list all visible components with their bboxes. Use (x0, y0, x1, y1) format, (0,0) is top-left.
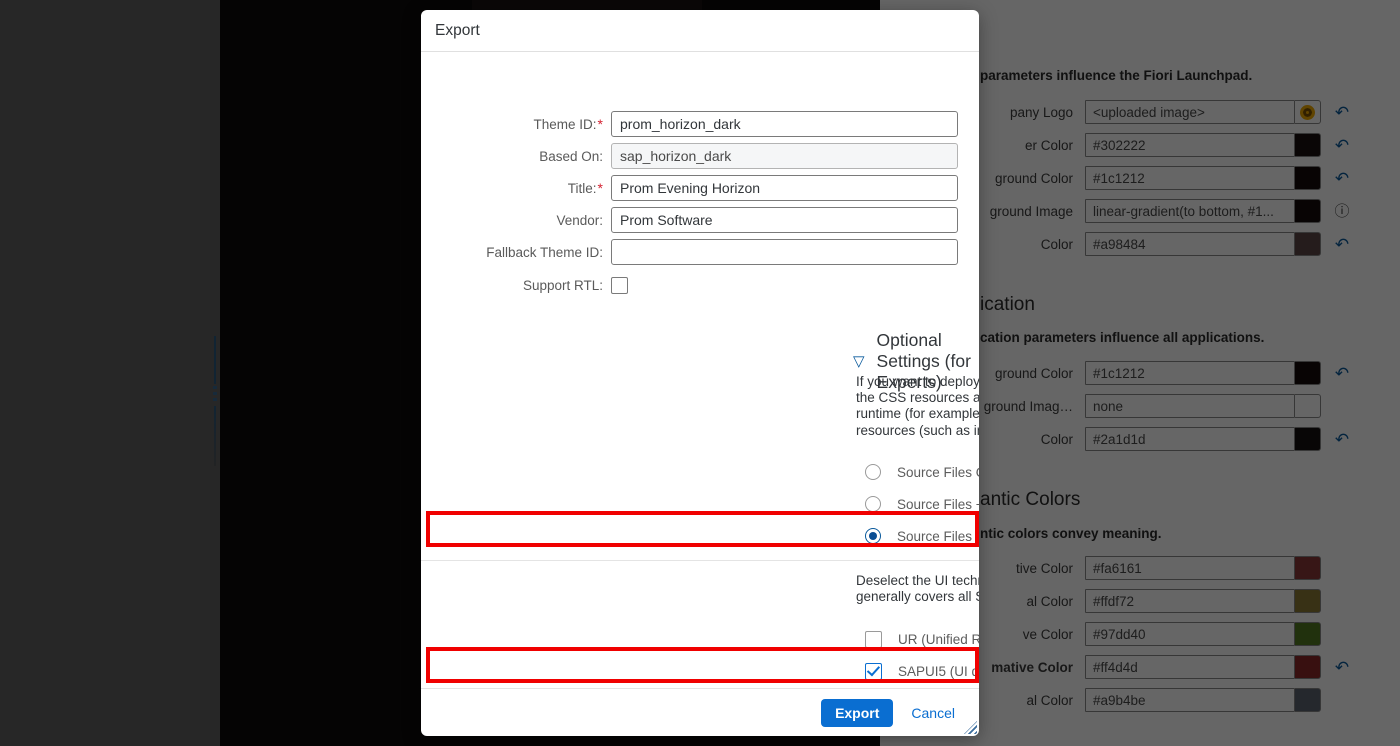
checkbox-icon[interactable] (865, 663, 882, 680)
based-on-input: sap_horizon_dark (611, 143, 958, 169)
form-row-title: Title:* Prom Evening Horizon (421, 175, 979, 201)
required-marker: * (598, 116, 603, 132)
radio-source-files-css-base-theme[interactable]: Source Files + CSS Resources + Base Them… (865, 521, 979, 551)
radio-label: Source Files + CSS Resources (897, 497, 979, 512)
radio-label: Source Files + CSS Resources + Base Them… (897, 529, 979, 544)
cancel-button[interactable]: Cancel (901, 699, 965, 727)
radio-label: Source Files Only (897, 465, 979, 480)
radio-source-files-only[interactable]: Source Files Only (865, 457, 979, 487)
radio-icon[interactable] (865, 464, 881, 480)
theme-id-input[interactable]: prom_horizon_dark (611, 111, 958, 137)
support-rtl-checkbox[interactable] (611, 277, 628, 294)
checkbox-icon[interactable] (865, 631, 882, 648)
checkbox-ur-unified-rendering[interactable]: UR (Unified Rendering) - used by SAP GUI… (865, 624, 979, 654)
vendor-input[interactable]: Prom Software (611, 207, 958, 233)
checkbox-label: SAPUI5 (UI development toolkit for HTML5… (898, 664, 979, 679)
label-vendor: Vendor: (421, 213, 611, 228)
dialog-title: Export (435, 22, 480, 40)
export-dialog: Export Theme ID:* prom_horizon_dark Base… (421, 10, 979, 736)
resize-grip-icon[interactable] (964, 721, 977, 734)
label-theme-id: Theme ID:* (421, 116, 611, 132)
ui-technologies-paragraph: Deselect the UI technologies that you do… (856, 573, 979, 605)
form-row-based-on: Based On: sap_horizon_dark (421, 143, 979, 169)
form-row-theme-id: Theme ID:* prom_horizon_dark (421, 111, 979, 137)
chevron-down-icon[interactable]: ▽ (853, 354, 865, 369)
label-based-on: Based On: (421, 149, 611, 164)
label-support-rtl: Support RTL: (421, 278, 611, 293)
title-input[interactable]: Prom Evening Horizon (611, 175, 958, 201)
dialog-footer: Export Cancel (421, 688, 979, 736)
divider (421, 560, 979, 561)
label-fallback-theme-id: Fallback Theme ID: (421, 245, 611, 260)
form-row-vendor: Vendor: Prom Software (421, 207, 979, 233)
dialog-body: Theme ID:* prom_horizon_dark Based On: s… (421, 52, 979, 688)
radio-source-files-css[interactable]: Source Files + CSS Resources (865, 489, 979, 519)
form-row-support-rtl: Support RTL: (421, 272, 979, 298)
checkbox-label: UR (Unified Rendering) - used by SAP GUI… (898, 632, 979, 647)
checkbox-sapui5[interactable]: SAPUI5 (UI development toolkit for HTML5… (865, 656, 979, 686)
dialog-header: Export (421, 10, 979, 52)
optional-settings-paragraph: If you want to deploy the theme directly… (856, 374, 979, 439)
fallback-theme-id-input[interactable] (611, 239, 958, 265)
required-marker: * (598, 180, 603, 196)
form-row-fallback-theme-id: Fallback Theme ID: (421, 239, 979, 265)
label-title: Title:* (421, 180, 611, 196)
radio-icon[interactable] (865, 496, 881, 512)
radio-icon[interactable] (865, 528, 881, 544)
export-button[interactable]: Export (821, 699, 893, 727)
